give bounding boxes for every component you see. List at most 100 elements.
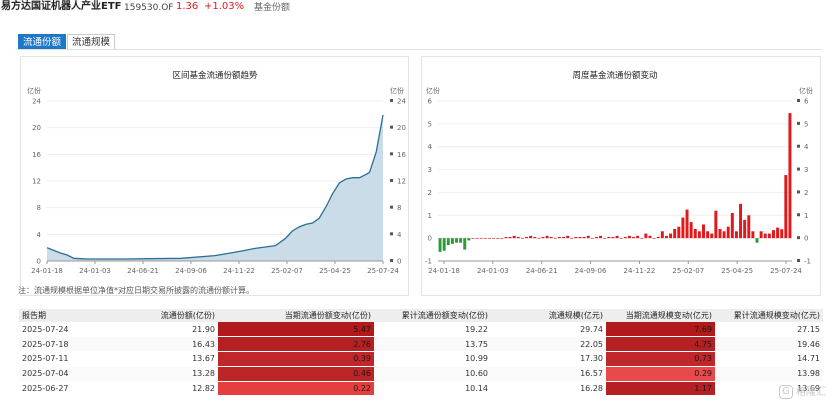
weekly-change-bar	[459, 238, 463, 243]
weekly-change-bar	[553, 238, 557, 239]
weekly-change-bar	[479, 238, 483, 239]
tab-bar: 流通份额 流通规模	[18, 34, 822, 50]
fund-change: +1.03%	[204, 1, 245, 12]
weekly-change-bar	[574, 237, 578, 239]
weekly-change-bar	[677, 226, 681, 239]
y-tick-label-right: 2	[804, 189, 808, 197]
weekly-change-bar	[483, 238, 487, 239]
cell-scale: 16.57	[491, 366, 606, 382]
cell-cum-scale-change: 14.71	[715, 351, 823, 367]
weekly-change-bar	[751, 231, 755, 239]
share-trend-svg: 区间基金流通份额趋势亿份 亿份 0 0 4 4 8 8 12 12 16 16 20 20 24 24 24-0…	[27, 70, 406, 275]
cell-cum-share-change: 13.75	[374, 336, 491, 353]
y-tick-label-right: 24	[397, 98, 406, 106]
weekly-change-bar	[475, 238, 479, 239]
weekly-change-bar	[471, 238, 475, 239]
y-tick-label-right: 4	[804, 143, 809, 151]
col-header-scale-change: 当期流通规模变动(亿元)	[606, 309, 715, 322]
weekly-change-bar	[652, 238, 656, 239]
y-tick-label-right: 3	[804, 166, 808, 174]
weekly-change-bar	[570, 238, 574, 239]
footnote: 注：流通规模根据单位净值*对应日期交易所披露的流通份额计算。	[18, 286, 254, 295]
weekly-change-bar	[644, 233, 648, 239]
y-tick-marker-right	[390, 125, 393, 129]
tab-circulating-scale[interactable]: 流通规模	[67, 34, 116, 49]
y-tick-label-left: 16	[32, 151, 41, 159]
share-trend-chart: 区间基金流通份额趋势 亿份 亿份 0 0 4 4 8 8 12 12 16 16 20 20 24 24 24-0…	[20, 56, 409, 296]
weekly-change-bar	[537, 238, 541, 239]
fund-name: 易方达国证机器人产业ETF	[1, 1, 122, 12]
y-unit-left: 亿份	[27, 86, 41, 95]
table-row: 2025-07-11 13.67 0.39 10.99 17.30 0.73 14.71	[19, 351, 823, 367]
y-tick-label-left: 4	[428, 143, 433, 151]
x-tick-label: 25-02-07	[672, 267, 704, 275]
cell-cum-share-change: 10.60	[374, 366, 491, 382]
weekly-change-bar	[533, 237, 537, 239]
weekly-change-bar	[669, 233, 673, 239]
weekly-change-chart: 周度基金流通份额变动 亿份 亿份 -1 -1 0 0 1 1 2 2 3 3 4 4 5 5 6 6 24-01-18…	[421, 56, 821, 296]
cell-share-change: 0.46	[218, 366, 374, 382]
cell-shares: 16.43	[103, 336, 218, 353]
cell-period: 2025-07-04	[19, 366, 103, 382]
y-tick-label-left: 12	[32, 178, 41, 186]
cell-shares: 12.82	[103, 381, 218, 397]
weekly-change-bar	[541, 237, 545, 239]
cell-scale-change: 1.17	[606, 381, 715, 397]
x-tick-label: 24-01-03	[477, 267, 509, 275]
x-tick-label: 24-11-22	[223, 267, 255, 275]
y-unit-right: 亿份	[390, 86, 404, 95]
col-header-scale: 流通规模(亿元)	[491, 309, 606, 322]
weekly-change-bar	[557, 237, 561, 239]
weekly-change-bar	[664, 235, 668, 239]
weekly-change-bar	[702, 224, 705, 239]
y-tick-marker-right	[797, 190, 800, 194]
watermark-logo-icon: G	[779, 385, 793, 399]
weekly-change-bar	[689, 222, 693, 239]
y-tick-label-left: 0	[428, 235, 432, 243]
fund-code: 159530.OF	[124, 3, 174, 13]
weekly-change-bar	[771, 230, 775, 239]
weekly-change-bar	[529, 235, 533, 239]
weekly-change-bar	[545, 235, 549, 239]
cell-share-change: 0.39	[218, 351, 374, 367]
weekly-change-bar	[763, 233, 767, 239]
y-tick-label-left: 6	[428, 98, 433, 106]
x-tick-label: 25-04-25	[721, 267, 753, 275]
y-tick-marker-right	[797, 167, 800, 171]
x-tick-label: 25-04-25	[319, 267, 351, 275]
chart-title: 周度基金流通份额变动	[572, 70, 658, 81]
tab-circulating-shares[interactable]: 流通份额	[18, 34, 67, 49]
section-title: 基金份额	[254, 3, 291, 13]
weekly-change-bar	[512, 235, 516, 239]
y-tick-marker-right	[390, 205, 393, 209]
weekly-change-bar	[467, 238, 471, 241]
y-tick-label-left: 3	[428, 166, 432, 174]
x-tick-label: 25-07-24	[367, 267, 399, 275]
weekly-change-bar	[549, 237, 553, 239]
y-tick-label-right: 4	[397, 231, 402, 239]
cell-scale: 22.05	[491, 336, 606, 353]
weekly-change-bar	[594, 237, 598, 239]
watermark-text: 格隆汇	[796, 387, 826, 398]
y-tick-label-right: 1	[804, 212, 808, 220]
cell-scale-change: 0.73	[606, 351, 715, 367]
col-header-cum-scale-change: 累计流通规模变动(亿元)	[715, 309, 823, 322]
y-tick-label-left: -1	[425, 258, 432, 266]
y-unit-left: 亿份	[426, 86, 440, 95]
cell-scale-change: 7.69	[606, 322, 715, 338]
cell-cum-scale-change: 19.46	[715, 336, 823, 353]
weekly-change-bar	[767, 233, 771, 239]
cell-share-change: 5.47	[218, 322, 374, 338]
cell-scale: 29.74	[491, 322, 606, 338]
weekly-change-bar	[660, 231, 664, 239]
cell-share-change: 0.22	[218, 381, 374, 397]
x-tick-label: 24-09-06	[175, 267, 207, 275]
weekly-change-bar	[615, 235, 619, 239]
cell-period: 2025-06-27	[19, 381, 103, 397]
cell-shares: 21.90	[103, 322, 218, 338]
fund-price: 1.36	[176, 1, 199, 12]
y-tick-label-right: 0	[397, 258, 401, 266]
y-tick-label-left: 20	[32, 124, 41, 132]
y-tick-marker-right	[390, 152, 393, 156]
cell-scale-change: 0.29	[606, 366, 715, 382]
